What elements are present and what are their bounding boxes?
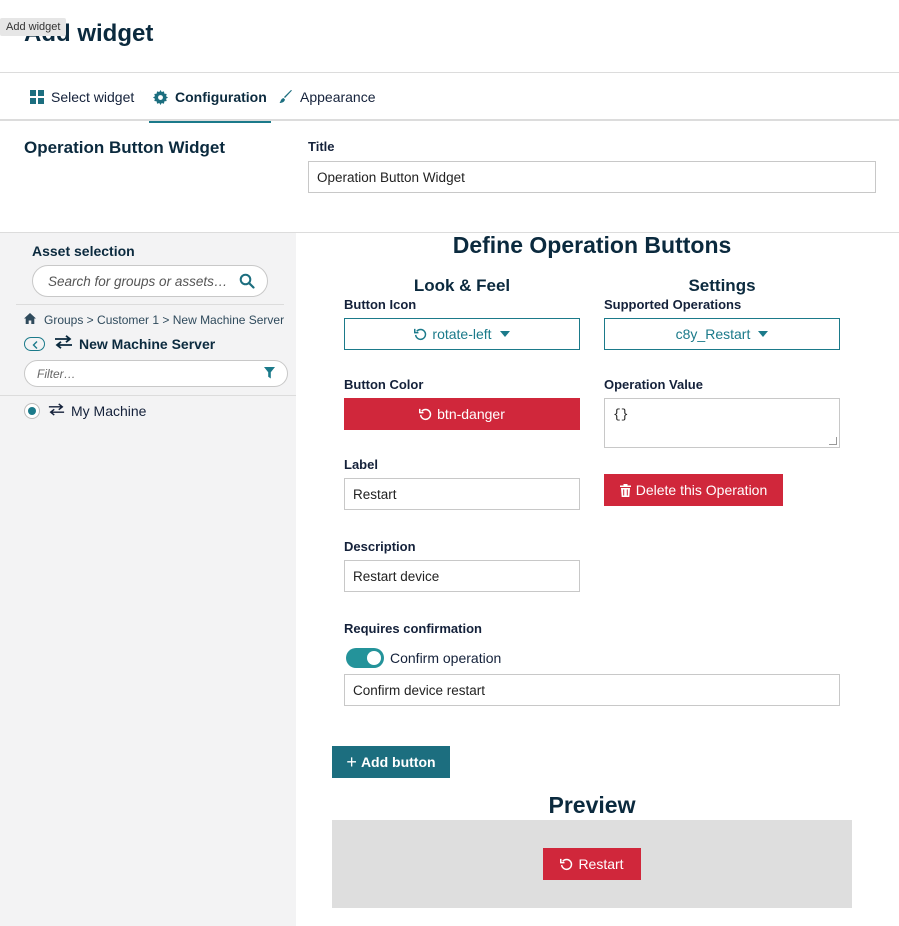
button-color-value: btn-danger	[437, 406, 505, 422]
op-value-textarea[interactable]: {}	[604, 398, 840, 448]
asset-sidebar: Asset selection Search for groups or ass…	[0, 233, 296, 926]
button-icon-value: rotate-left	[432, 326, 492, 342]
delete-operation-button[interactable]: Delete this Operation	[604, 474, 783, 506]
caret-down-icon	[499, 331, 510, 337]
tab-label: Select widget	[51, 89, 135, 105]
tab-configuration[interactable]: Configuration	[149, 73, 271, 123]
home-icon[interactable]	[24, 313, 36, 327]
button-color-select[interactable]: btn-danger	[344, 398, 580, 430]
plus-icon: +	[346, 752, 357, 772]
brush-icon	[279, 90, 293, 104]
tooltip: Add widget	[0, 18, 67, 36]
chevron-left-icon	[32, 336, 38, 352]
label-label: Label	[344, 457, 378, 472]
asset-selection-title: Asset selection	[32, 243, 135, 259]
transfer-icon	[54, 335, 73, 352]
transfer-icon	[48, 403, 65, 419]
label-input[interactable]: Restart	[344, 478, 580, 510]
current-group-label: New Machine Server	[79, 335, 216, 352]
add-button[interactable]: + Add button	[332, 746, 450, 778]
confirm-toggle-label: Confirm operation	[390, 650, 502, 666]
search-placeholder: Search for groups or assets…	[48, 273, 228, 289]
preview-title: Preview	[548, 792, 636, 818]
define-buttons-title: Define Operation Buttons	[452, 232, 732, 258]
tab-label: Configuration	[175, 89, 267, 105]
list-item[interactable]: My Machine	[24, 403, 146, 419]
requires-confirmation-label: Requires confirmation	[344, 621, 482, 636]
filter-placeholder: Filter…	[37, 366, 76, 381]
op-value-text: {}	[613, 407, 629, 422]
breadcrumb[interactable]: Groups > Customer 1 > New Machine Server	[24, 313, 284, 327]
current-group: New Machine Server	[54, 335, 215, 352]
resize-handle[interactable]	[829, 437, 837, 445]
tab-label: Appearance	[300, 89, 376, 105]
rotate-left-icon	[560, 858, 573, 871]
description-input[interactable]: Restart device	[344, 560, 580, 592]
gear-icon	[153, 89, 168, 105]
description-label: Description	[344, 539, 416, 554]
asset-search-input[interactable]: Search for groups or assets…	[32, 265, 268, 297]
trash-icon	[619, 483, 631, 497]
button-icon-select[interactable]: rotate-left	[344, 318, 580, 350]
supported-ops-label: Supported Operations	[604, 297, 742, 312]
preview-button-label: Restart	[578, 856, 624, 872]
sidebar-divider	[0, 395, 296, 396]
asset-radio[interactable]	[24, 403, 40, 419]
confirm-text-input[interactable]: Confirm device restart	[344, 674, 840, 706]
preview-restart-button[interactable]: Restart	[543, 848, 641, 880]
title-label: Title	[308, 139, 335, 154]
delete-label: Delete this Operation	[635, 482, 768, 498]
tab-bar: Select widget Configuration Appearance	[0, 73, 899, 123]
rotate-left-icon	[419, 408, 432, 421]
caret-down-icon	[758, 331, 769, 337]
supported-ops-select[interactable]: c8y_Restart	[604, 318, 840, 350]
look-feel-title: Look & Feel	[413, 276, 511, 295]
filter-icon[interactable]	[264, 367, 275, 382]
asset-label: My Machine	[71, 403, 147, 419]
button-icon-label: Button Icon	[344, 297, 417, 312]
supported-ops-value: c8y_Restart	[675, 326, 751, 342]
button-color-label: Button Color	[344, 377, 424, 392]
filter-input[interactable]: Filter…	[24, 360, 288, 387]
settings-title: Settings	[688, 276, 756, 295]
search-icon[interactable]	[239, 273, 255, 292]
tab-appearance[interactable]: Appearance	[279, 73, 376, 121]
op-value-label: Operation Value	[604, 377, 703, 392]
confirm-toggle-row: Confirm operation	[346, 648, 501, 668]
back-button[interactable]	[24, 337, 45, 351]
confirm-toggle[interactable]	[346, 648, 384, 668]
grid-icon	[30, 90, 44, 104]
widget-name: Operation Button Widget	[24, 138, 225, 157]
sidebar-divider	[16, 304, 284, 305]
tab-select-widget[interactable]: Select widget	[30, 73, 134, 121]
title-input[interactable]: Operation Button Widget	[308, 161, 876, 193]
preview-area: Restart	[332, 820, 852, 908]
rotate-left-icon	[414, 328, 427, 341]
breadcrumb-text[interactable]: Groups > Customer 1 > New Machine Server	[44, 313, 284, 327]
add-button-label: Add button	[360, 754, 436, 770]
